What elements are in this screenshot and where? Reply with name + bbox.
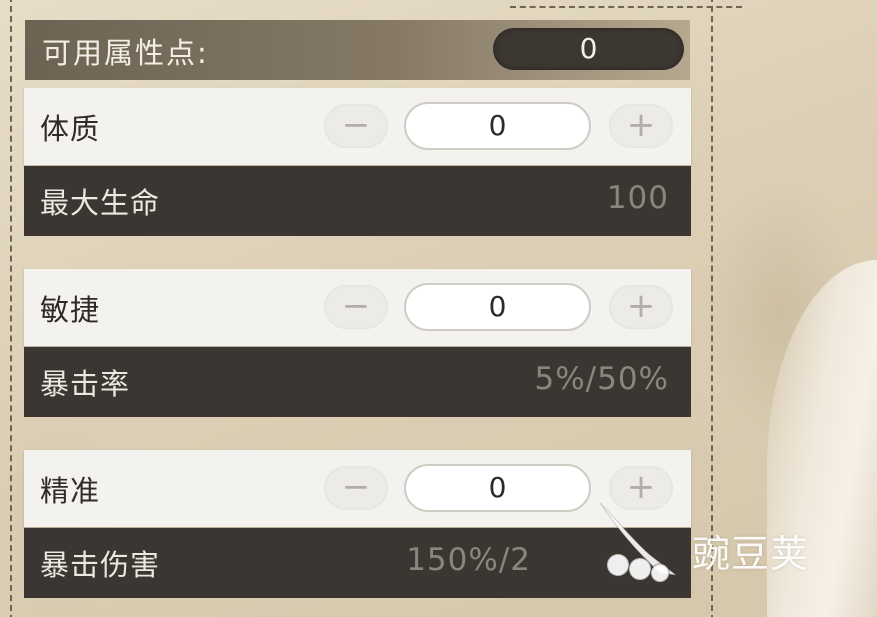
stat-row-constitution: 体质 − 0 + [24, 88, 691, 165]
derived-value: 150%/2 [406, 542, 531, 578]
derived-value: 5%/50% [534, 361, 669, 397]
stat-value-field[interactable]: 0 [404, 283, 591, 331]
stat-value-field[interactable]: 0 [404, 102, 591, 150]
derived-row-max-hp: 最大生命 100 [24, 166, 691, 236]
bean-logo-icon [599, 502, 678, 583]
available-points-label: 可用属性点: [42, 36, 209, 70]
derived-value: 100 [606, 180, 669, 216]
available-points-value: 0 [493, 28, 684, 70]
decrease-button[interactable]: − [324, 104, 388, 148]
stat-name: 精准 [40, 474, 101, 508]
derived-name: 暴击率 [40, 367, 131, 401]
stat-value-field[interactable]: 0 [404, 464, 591, 512]
available-points-bar: 可用属性点: 0 [25, 20, 690, 80]
stat-name: 体质 [40, 112, 101, 146]
watermark-text: 豌豆荚 [692, 532, 810, 576]
increase-button[interactable]: + [609, 285, 673, 329]
watermark: 豌豆荚 [588, 495, 848, 595]
stat-row-agility: 敏捷 − 0 + [24, 269, 691, 346]
stat-name: 敏捷 [40, 293, 101, 327]
dashed-frame-top [510, 6, 742, 8]
increase-button[interactable]: + [609, 104, 673, 148]
derived-name: 最大生命 [40, 186, 161, 220]
decrease-button[interactable]: − [324, 466, 388, 510]
derived-row-crit-rate: 暴击率 5%/50% [24, 347, 691, 417]
decrease-button[interactable]: − [324, 285, 388, 329]
derived-name: 暴击伤害 [40, 548, 161, 582]
